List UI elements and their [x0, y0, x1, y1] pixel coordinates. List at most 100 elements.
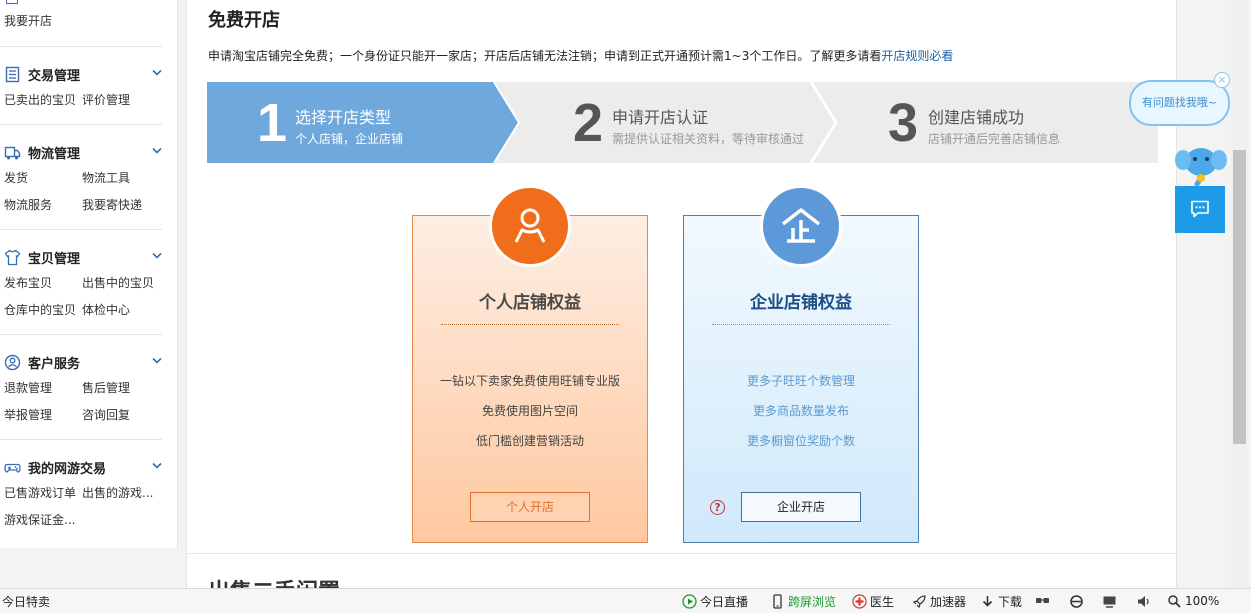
person-icon-circle — [489, 185, 571, 267]
close-icon[interactable]: × — [1214, 72, 1230, 88]
open-personal-store-button[interactable]: 个人开店 — [470, 492, 590, 522]
question-icon[interactable]: ? — [710, 500, 725, 515]
browser-status-bar: 今日特卖 今日直播 跨屏浏览 医生 加速器 下载 100% — [0, 588, 1251, 613]
sidebar-section-header[interactable]: 我的网游交易 — [4, 458, 107, 477]
ie-icon — [1070, 594, 1083, 608]
status-label: 今日特卖 — [2, 594, 51, 609]
card-feature: 低门槛创建营销活动 — [475, 434, 584, 448]
sidebar-link[interactable]: 仓库中的宝贝 — [4, 301, 76, 318]
chevron-down-icon[interactable] — [152, 357, 162, 365]
page-title: 免费开店 — [208, 10, 280, 31]
main-content: 免费开店 申请淘宝店铺完全免费；一个身份证只能开一家店；开店后店铺无法注销；申请… — [186, 0, 1177, 588]
sidebar-section-title: 我的网游交易 — [28, 461, 107, 477]
rules-link[interactable]: 开店规则必看 — [881, 49, 953, 63]
status-label: 跨屏浏览 — [788, 594, 837, 609]
sidebar-link[interactable]: 物流工具 — [82, 169, 130, 186]
card-title: 企业店铺权益 — [750, 293, 852, 313]
play-icon — [682, 593, 697, 609]
status-zoom[interactable]: 100% — [1167, 593, 1219, 609]
sidebar-section-game-trade: 我的网游交易 已售游戏订单 出售的游戏... 游戏保证金... — [0, 440, 162, 548]
sidebar-link[interactable]: 出售的游戏... — [82, 484, 153, 501]
notice-body: 申请淘宝店铺完全免费；一个身份证只能开一家店；开店后店铺无法注销；申请到正式开通… — [208, 49, 882, 63]
sidebar-link[interactable]: 我要寄快递 — [82, 196, 142, 213]
store-icon — [6, 0, 18, 4]
enterprise-icon-circle — [760, 185, 842, 267]
sidebar-link[interactable]: 举报管理 — [4, 406, 52, 423]
help-bubble-text: 有问题找我哦~ — [1141, 96, 1218, 109]
step-number: 2 — [573, 93, 604, 153]
app-window: 我要开店 交易管理 已卖出的宝贝 评价管理 物流管理 发货 物流工具 物流服务 … — [0, 0, 1251, 613]
step-label: 创建店铺成功 — [928, 108, 1025, 127]
status-download[interactable]: 下载 — [980, 593, 1022, 609]
status-ie-mode[interactable] — [1069, 593, 1087, 609]
status-volume[interactable] — [1136, 593, 1154, 609]
sidebar-link[interactable]: 退款管理 — [4, 379, 52, 396]
sidebar-link[interactable]: 物流服务 — [4, 196, 52, 213]
sidebar-section-title: 宝贝管理 — [28, 251, 81, 267]
chat-icon — [1191, 200, 1209, 218]
elephant-mascot-icon[interactable] — [1175, 140, 1227, 188]
open-enterprise-store-button[interactable]: 企业开店 — [741, 492, 861, 522]
step-3: 3 创建店铺成功 店铺开通后完善店铺信息 — [836, 82, 1158, 163]
status-label: 加速器 — [930, 594, 967, 609]
card-divider — [441, 324, 619, 325]
step-sub: 店铺开通后完善店铺信息 — [928, 132, 1061, 146]
sidebar: 我要开店 交易管理 已卖出的宝贝 评价管理 物流管理 发货 物流工具 物流服务 … — [0, 0, 178, 548]
status-screen[interactable] — [1102, 593, 1120, 609]
sidebar-link-open-store[interactable]: 我要开店 — [4, 12, 52, 29]
chat-button[interactable] — [1175, 186, 1225, 233]
scrollbar-thumb[interactable] — [1233, 150, 1246, 444]
sidebar-section-header[interactable]: 宝贝管理 — [4, 248, 81, 267]
person-icon — [514, 208, 546, 243]
customer-service-icon — [4, 354, 21, 370]
chevron-down-icon[interactable] — [152, 252, 162, 260]
document-list-icon — [5, 66, 20, 82]
status-label: 今日直播 — [700, 594, 749, 609]
help-bubble[interactable]: 有问题找我哦~ — [1129, 80, 1230, 126]
card-title: 个人店铺权益 — [479, 293, 581, 313]
sidebar-link[interactable]: 出售中的宝贝 — [82, 274, 154, 291]
sidebar-link[interactable]: 游戏保证金... — [4, 511, 75, 528]
monitor-icon — [1103, 596, 1116, 608]
card-feature: 更多橱窗位奖励个数 — [746, 434, 855, 448]
tshirt-icon — [4, 249, 21, 265]
chevron-down-icon[interactable] — [152, 69, 162, 77]
status-live[interactable]: 今日直播 — [682, 593, 748, 609]
step-1: 1 选择开店类型 个人店铺，企业店铺 — [207, 82, 519, 163]
sidebar-link[interactable]: 已卖出的宝贝 — [4, 91, 76, 108]
sidebar-section-header[interactable]: 客户服务 — [4, 353, 80, 372]
sidebar-link[interactable]: 评价管理 — [82, 91, 130, 108]
card-feature: 免费使用图片空间 — [481, 404, 578, 418]
sidebar-link[interactable]: 咨询回复 — [82, 406, 130, 423]
glasses-icon — [1036, 597, 1049, 603]
sidebar-section-items: 宝贝管理 发布宝贝 出售中的宝贝 仓库中的宝贝 体检中心 — [0, 230, 162, 335]
step-number: 3 — [888, 93, 919, 153]
chevron-down-icon[interactable] — [152, 147, 162, 155]
sidebar-section-header[interactable]: 物流管理 — [4, 143, 81, 162]
sidebar-section-customer-service: 客户服务 退款管理 售后管理 举报管理 咨询回复 — [0, 335, 162, 440]
sidebar-link[interactable]: 售后管理 — [82, 379, 130, 396]
status-accelerator[interactable]: 加速器 — [912, 593, 966, 609]
step-number: 1 — [257, 93, 288, 153]
sidebar-section-trade: 交易管理 已卖出的宝贝 评价管理 — [0, 47, 162, 125]
sidebar-link[interactable]: 体检中心 — [82, 301, 130, 318]
status-doctor[interactable]: 医生 — [852, 593, 894, 609]
card-feature: 一钻以下卖家免费使用旺铺专业版 — [439, 374, 620, 388]
sidebar-link[interactable]: 发布宝贝 — [4, 274, 52, 291]
speaker-icon — [1138, 595, 1149, 607]
status-today-sale[interactable]: 今日特卖 — [2, 593, 50, 609]
status-extension[interactable] — [1035, 593, 1053, 609]
chevron-down-icon[interactable] — [152, 462, 162, 470]
sidebar-section-header[interactable]: 交易管理 — [4, 65, 80, 84]
card-feature: 更多子旺旺个数管理 — [746, 374, 855, 388]
notice-text: 申请淘宝店铺完全免费；一个身份证只能开一家店；开店后店铺无法注销；申请到正式开通… — [208, 47, 953, 64]
phone-icon — [773, 593, 782, 609]
step-sub: 需提供认证相关资料，等待审核通过 — [612, 132, 805, 146]
sidebar-link[interactable]: 发货 — [4, 169, 28, 186]
sidebar-link[interactable]: 已售游戏订单 — [4, 484, 76, 501]
status-cross-screen[interactable]: 跨屏浏览 — [770, 593, 836, 609]
status-label: 下载 — [998, 594, 1023, 609]
magnifier-icon — [1168, 594, 1181, 608]
sidebar-section-title: 物流管理 — [28, 146, 81, 162]
enterprise-icon — [781, 208, 821, 243]
